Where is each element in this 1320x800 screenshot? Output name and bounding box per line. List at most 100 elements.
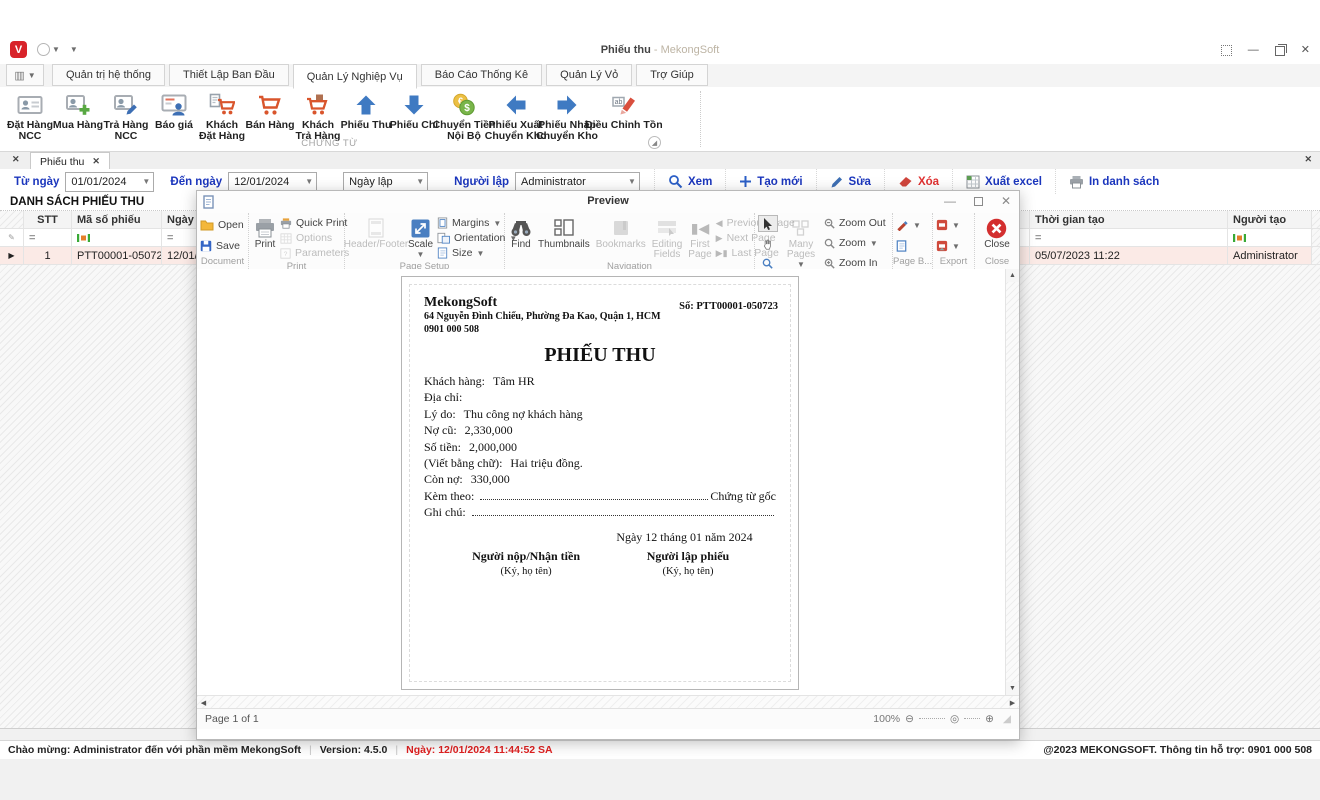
minimize-button[interactable]: — [944,194,956,208]
fullscreen-icon[interactable] [1221,45,1232,56]
cell-ma-so-phieu[interactable]: PTT00001-050723 [72,247,162,265]
hand-tool-button[interactable] [758,237,776,252]
ribbon-button-quote-card[interactable]: Báo giá [150,90,198,132]
ribbon-button-person-pencil[interactable]: Trả HàngNCC [102,90,150,143]
ribbon-tab-4[interactable]: Báo Cáo Thống Kê [421,64,542,86]
grid-header-filler [1312,211,1320,229]
cell-thoi-gian-tao[interactable]: 05/07/2023 11:22 [1030,247,1228,265]
quick-print-button[interactable]: Quick Print [280,216,349,230]
ribbon-button-arrow-up[interactable]: Phiếu Thu [342,90,390,132]
tab-phieu-thu[interactable]: Phiếu thu ✕ [30,152,110,170]
editing-fields-button[interactable]: Editing Fields [650,215,685,261]
chevron-down-icon[interactable]: ▼ [625,177,639,186]
zoom-slider-knob[interactable]: ◎ [950,713,959,725]
open-button[interactable]: Open [200,218,244,232]
options-button[interactable]: Options [280,231,349,245]
parameters-button[interactable]: ? Parameters [280,246,349,260]
filter-cell[interactable] [1228,229,1312,247]
zoom-out-slider-button[interactable]: ⊖ [905,713,914,725]
watermark-button[interactable]: ▼ [896,218,921,232]
column-header-1[interactable]: STT [24,211,72,229]
restore-button[interactable] [1275,46,1285,56]
doc-field-label: (Viết bằng chữ): [424,455,502,471]
ribbon-tab-1[interactable]: Quản trị hệ thống [52,64,165,86]
find-button[interactable]: Find [508,215,534,261]
welcome-text: Chào mừng: Administrator đến với phần mề… [8,744,301,756]
scroll-down-icon[interactable]: ▼ [1006,682,1019,695]
cell-nguoi-tao[interactable]: Administrator [1228,247,1312,265]
chevron-down-icon[interactable]: ▼ [139,177,153,186]
filter-cell[interactable]: = [1030,229,1228,247]
tabstrip-close-button[interactable]: ✕ [1304,154,1312,165]
ribbon-button-cart[interactable]: Bán Hàng [246,90,294,132]
header-footer-button[interactable]: Header/Footer [348,215,404,261]
printer-icon [254,216,276,240]
to-date-input[interactable]: 12/01/2024 ▼ [228,172,317,192]
ribbon-tab-2[interactable]: Thiết Lập Ban Đầu [169,64,289,86]
column-header-5[interactable]: Người tạo [1228,211,1312,229]
chevron-down-icon[interactable]: ▼ [413,177,427,186]
column-header-2[interactable]: Mã số phiếu [72,211,162,229]
save-button[interactable]: Save [200,239,244,253]
ribbon-button-order-card[interactable]: Đặt HàngNCC [6,90,54,143]
ribbon-layout-button[interactable]: ▥▼ [6,64,44,86]
window-title: Phiếu thu - MekongSoft [0,44,1320,56]
watermark-brush-icon [896,219,909,231]
copyright-text: @2023 MEKONGSOFT. Thông tin hỗ trợ: 0901… [1043,744,1312,756]
from-date-input[interactable]: 01/01/2024 ▼ [65,172,154,192]
zoom-level-text: 100% [873,713,900,725]
doc-field: Ghi chú: [424,504,776,520]
ribbon-tab-3[interactable]: Quản Lý Nghiệp Vụ [293,64,417,89]
group-launcher-icon[interactable]: ◢ [648,136,661,149]
export-send-button[interactable]: ▼ [936,239,960,253]
zoom-in-button[interactable]: Zoom In [824,256,886,270]
minimize-button[interactable]: — [1248,45,1259,56]
cell-stt[interactable]: 1 [24,247,72,265]
first-page-button[interactable]: ▮◀ First Page [686,215,713,261]
filter-row-indicator[interactable]: ✎ [0,229,24,247]
filter-cell[interactable]: = [24,229,72,247]
creator-select[interactable]: Administrator ▼ [515,172,640,192]
maximize-button[interactable] [974,197,983,206]
printer-action-button[interactable]: In danh sách [1055,169,1172,194]
pointer-tool-button[interactable] [758,215,778,232]
close-all-tabs-button[interactable]: ✕ [12,154,20,165]
thumbnails-button[interactable]: Thumbnails [536,215,592,261]
ribbon-tab-6[interactable]: Trợ Giúp [636,64,707,86]
ribbon-button-highlighter[interactable]: abĐiều Chỉnh Tồn [593,90,655,132]
scale-button[interactable]: Scale ▼ [406,215,435,261]
ribbon-button-arrow-down[interactable]: Phiếu Chi [390,90,438,132]
vertical-scrollbar[interactable]: ▲ ▼ [1005,269,1019,695]
column-header-4[interactable]: Thời gian tạo [1030,211,1228,229]
zoom-in-slider-button[interactable]: ⊕ [985,713,994,725]
ribbon-tab-5[interactable]: Quản Lý Vỏ [546,64,632,86]
print-button[interactable]: Print [252,215,278,261]
many-pages-button[interactable]: Many Pages ▼ [780,215,822,271]
horizontal-scrollbar[interactable]: ◀ ▶ [197,695,1019,709]
page-color-button[interactable] [896,239,921,253]
export-document-button[interactable]: ▼ [936,218,960,232]
bookmarks-button[interactable]: Bookmarks [594,215,648,261]
zoom-button[interactable]: Zoom▼ [824,236,886,250]
ribbon-button-coins[interactable]: €$Chuyển TiềnNội Bộ [438,90,490,143]
doc-field-label: Kèm theo: [424,488,474,504]
zoom-out-button[interactable]: Zoom Out [824,216,886,230]
ribbon-button-arrow-right[interactable]: Phiếu NhậpChuyển Kho [541,90,592,143]
ribbon-button-person-plus[interactable]: Mua Hàng [54,90,102,132]
ribbon-button-arrow-left[interactable]: Phiếu XuấtChuyển Kho [490,90,541,143]
preview-dialog-titlebar[interactable]: Preview — ✕ [197,191,1019,214]
slider-track[interactable] [919,718,945,720]
close-preview-button[interactable]: Close [982,215,1012,256]
date-type-select[interactable]: Ngày lập ▼ [343,172,428,192]
close-tab-icon[interactable]: ✕ [92,156,100,167]
filter-cell[interactable] [72,229,162,247]
ribbon-button-cart-return[interactable]: KháchTrả Hàng [294,90,342,143]
ribbon-button-cart-doc[interactable]: KháchĐặt Hàng [198,90,246,143]
resize-grip-icon[interactable]: ◢ [1003,713,1011,725]
column-header-indicator[interactable] [0,211,24,229]
scroll-up-icon[interactable]: ▲ [1006,269,1019,282]
slider-track[interactable] [964,718,980,720]
close-button[interactable]: ✕ [1001,194,1011,208]
close-button[interactable]: ✕ [1301,45,1310,56]
chevron-down-icon[interactable]: ▼ [302,177,316,186]
